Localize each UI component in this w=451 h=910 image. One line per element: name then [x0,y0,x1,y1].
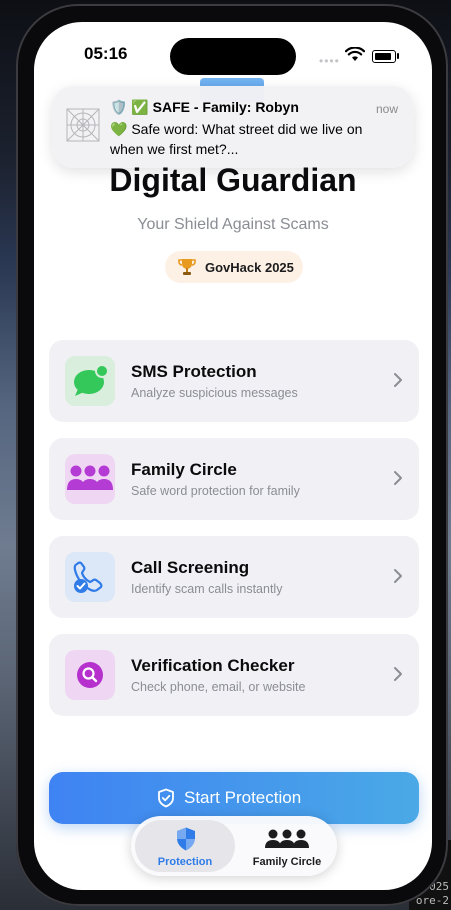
card-subtitle: Safe word protection for family [131,484,300,498]
card-subtitle: Identify scam calls instantly [131,582,283,596]
wifi-icon [345,47,365,61]
chevron-right-icon [394,667,402,681]
notification-time: now [375,102,398,116]
start-protection-label: Start Protection [184,788,302,807]
card-title: SMS Protection [131,362,257,381]
verification-checker-card[interactable]: Verification Checker Check phone, email,… [49,634,419,716]
tab-protection-label: Protection [157,856,213,868]
shield-check-icon [158,788,174,808]
notification-banner[interactable]: 🛡️ ✅ SAFE - Family: Robyn now 💚 Safe wor… [52,86,414,168]
notification-body: 💚 Safe word: What street did we live on … [110,121,363,157]
status-bar: 05:16 •••• [34,22,432,82]
govhack-badge: GovHack 2025 [165,251,303,283]
notification-title: 🛡️ ✅ SAFE - Family: Robyn [110,99,299,115]
magnifier-icon [77,662,103,688]
battery-cap [397,53,399,59]
battery-icon [372,50,396,63]
family-icon [67,465,113,490]
chevron-right-icon [394,373,402,387]
family-icon [265,829,309,848]
card-subtitle: Analyze suspicious messages [131,386,298,400]
family-circle-card[interactable]: Family Circle Safe word protection for f… [49,438,419,520]
call-screening-card[interactable]: Call Screening Identify scam calls insta… [49,536,419,618]
app-screen: 05:16 •••• 🛡️ ✅ SAFE - Family: Robyn now… [34,22,432,890]
trophy-icon [178,259,196,275]
message-bubble-icon [74,364,109,396]
phone-frame: 05:16 •••• 🛡️ ✅ SAFE - Family: Robyn now… [16,4,448,906]
sms-protection-card[interactable]: SMS Protection Analyze suspicious messag… [49,340,419,422]
family-icon-tile [65,454,115,504]
app-placeholder-icon [66,108,100,142]
signal-dots-icon: •••• [319,54,340,68]
badge-label: GovHack 2025 [205,260,294,275]
chevron-right-icon [394,569,402,583]
chevron-right-icon [394,471,402,485]
app-title: Digital Guardian [109,162,357,198]
card-title: Verification Checker [131,656,295,675]
tab-protection[interactable]: Protection [135,820,235,872]
phone-check-icon [73,561,103,593]
dynamic-island [170,38,296,75]
verify-icon-tile [65,650,115,700]
card-title: Call Screening [131,558,250,577]
tab-family-circle-label: Family Circle [252,856,322,868]
tab-bar: Protection Family Circle [131,816,337,876]
card-subtitle: Check phone, email, or website [131,680,306,694]
call-icon-tile [65,552,115,602]
shield-icon [177,827,195,851]
tab-family-circle[interactable]: Family Circle [239,820,335,872]
card-title: Family Circle [131,460,237,479]
status-time: 05:16 [84,44,128,63]
app-subtitle: Your Shield Against Scams [137,216,329,233]
sms-icon-tile [65,356,115,406]
